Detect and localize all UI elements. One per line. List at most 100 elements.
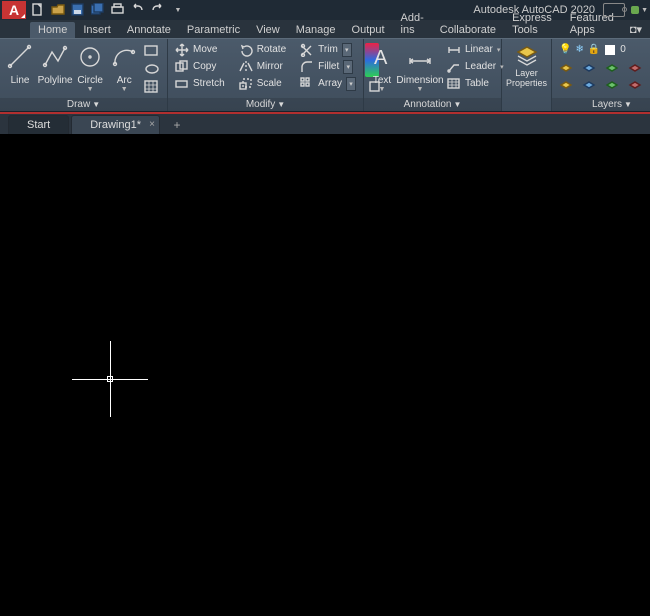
scale-button[interactable]: Scale — [236, 75, 289, 92]
text-button[interactable]: A Text ▼ — [368, 41, 396, 93]
ribbon: Line Polyline Circle ▼ Arc ▼ Draw▼ — [0, 38, 650, 112]
array-split-icon[interactable]: ▾ — [346, 77, 356, 91]
arc-dropdown-icon[interactable]: ▼ — [121, 86, 128, 93]
mirror-icon — [239, 60, 253, 74]
arc-button[interactable]: Arc ▼ — [108, 41, 140, 93]
layer-color-swatch — [605, 45, 615, 55]
add-tab-button[interactable]: + — [168, 118, 186, 134]
mirror-label: Mirror — [257, 61, 283, 72]
copy-icon — [175, 60, 189, 74]
new-file-icon[interactable] — [30, 2, 46, 18]
table-label: Table — [465, 78, 489, 89]
tab-express-tools[interactable]: Express Tools — [504, 10, 562, 38]
layer-tool-6-icon[interactable] — [579, 76, 599, 92]
save-icon[interactable] — [70, 2, 86, 18]
plot-icon[interactable] — [110, 2, 126, 18]
panel-draw-title[interactable]: Draw▼ — [0, 98, 167, 111]
ellipse-icon[interactable] — [142, 61, 162, 77]
layer-tool-8-icon[interactable] — [625, 76, 645, 92]
redo-icon[interactable] — [150, 2, 166, 18]
layer-properties-icon[interactable] — [514, 42, 540, 68]
scale-label: Scale — [257, 78, 282, 89]
signin-status-icon[interactable] — [631, 6, 639, 14]
linear-label: Linear — [465, 44, 493, 55]
fillet-split-icon[interactable]: ▾ — [343, 60, 353, 74]
line-button[interactable]: Line — [4, 41, 36, 86]
ribbon-collapse-icon[interactable]: ◘▾ — [622, 21, 650, 38]
stretch-label: Stretch — [193, 78, 225, 89]
dimension-dropdown-icon[interactable]: ▼ — [417, 86, 424, 93]
mirror-button[interactable]: Mirror — [236, 58, 289, 75]
tab-manage[interactable]: Manage — [288, 22, 344, 38]
draw-extras — [142, 41, 163, 95]
scale-icon — [239, 77, 253, 91]
signin-dropdown-icon[interactable]: ▼ — [641, 7, 648, 14]
leader-icon — [447, 60, 461, 74]
layer-tool-4-icon[interactable] — [625, 59, 645, 75]
layer-tool-5-icon[interactable] — [556, 76, 576, 92]
tab-view[interactable]: View — [248, 22, 288, 38]
panel-layers: 💡 ❄ 🔒 0 M Layers▼ — [552, 39, 650, 111]
layer-tool-1-icon[interactable] — [556, 59, 576, 75]
circle-button[interactable]: Circle ▼ — [74, 41, 106, 93]
layer-tool-2-icon[interactable] — [579, 59, 599, 75]
leader-button[interactable]: Leader▾ — [444, 58, 507, 75]
tab-home[interactable]: Home — [30, 22, 75, 38]
panel-modify-title[interactable]: Modify▼ — [168, 98, 363, 111]
search-icon[interactable] — [603, 3, 625, 17]
save-all-icon[interactable] — [90, 2, 106, 18]
linear-button[interactable]: Linear▾ — [444, 41, 507, 58]
app-menu-icon[interactable]: A — [2, 1, 26, 19]
tab-collaborate[interactable]: Collaborate — [432, 22, 504, 38]
open-file-icon[interactable] — [50, 2, 66, 18]
array-icon — [300, 77, 314, 91]
move-icon — [175, 43, 189, 57]
copy-label: Copy — [193, 61, 216, 72]
ribbon-tabs: Home Insert Annotate Parametric View Man… — [0, 20, 650, 38]
circle-dropdown-icon[interactable]: ▼ — [87, 86, 94, 93]
panel-annotation-title[interactable]: Annotation▼ — [364, 98, 501, 111]
table-icon — [447, 77, 461, 91]
tab-parametric[interactable]: Parametric — [179, 22, 248, 38]
drawing-area[interactable] — [0, 134, 650, 616]
table-button[interactable]: Table — [444, 75, 507, 92]
fillet-icon — [300, 60, 314, 74]
rotate-icon — [239, 43, 253, 57]
stretch-icon — [175, 77, 189, 91]
rotate-label: Rotate — [257, 44, 286, 55]
fillet-button[interactable]: Fillet ▾ — [297, 58, 359, 75]
tab-annotate[interactable]: Annotate — [119, 22, 179, 38]
fillet-label: Fillet — [318, 61, 339, 72]
dimension-button[interactable]: Dimension ▼ — [398, 41, 442, 93]
panel-annotation: A Text ▼ Dimension ▼ Linear▾ Leader▾ Tab… — [364, 39, 502, 111]
move-button[interactable]: Move — [172, 41, 228, 58]
array-label: Array — [318, 78, 342, 89]
qat-dropdown-icon[interactable]: ▼ — [170, 2, 186, 18]
rectangle-icon[interactable] — [142, 43, 162, 59]
copy-button[interactable]: Copy — [172, 58, 228, 75]
text-dropdown-icon[interactable]: ▼ — [379, 86, 386, 93]
layer-dropdown[interactable]: 💡 ❄ 🔒 0 — [556, 41, 650, 58]
tab-output[interactable]: Output — [344, 22, 393, 38]
start-tab[interactable]: Start — [8, 115, 69, 134]
polyline-button[interactable]: Polyline — [38, 41, 72, 86]
panel-layers-title[interactable]: Layers▼ — [552, 98, 650, 111]
rotate-button[interactable]: Rotate — [236, 41, 289, 58]
layer-freeze-icon: ❄ — [575, 44, 583, 55]
circle-icon — [76, 43, 104, 71]
hatch-icon[interactable] — [142, 79, 162, 95]
text-label: Text — [373, 75, 391, 86]
tab-insert[interactable]: Insert — [75, 22, 119, 38]
file-tabs: Start Drawing1* × + — [0, 114, 650, 134]
array-button[interactable]: Array ▾ — [297, 75, 359, 92]
trim-split-icon[interactable]: ▾ — [342, 43, 352, 57]
line-icon — [6, 43, 34, 71]
close-tab-icon[interactable]: × — [149, 119, 155, 130]
layer-tool-7-icon[interactable] — [602, 76, 622, 92]
layer-tool-3-icon[interactable] — [602, 59, 622, 75]
trim-button[interactable]: Trim▾ — [297, 41, 359, 58]
drawing-tab[interactable]: Drawing1* × — [71, 115, 160, 134]
stretch-button[interactable]: Stretch — [172, 75, 228, 92]
undo-icon[interactable] — [130, 2, 146, 18]
tab-addins[interactable]: Add-ins — [393, 10, 432, 38]
